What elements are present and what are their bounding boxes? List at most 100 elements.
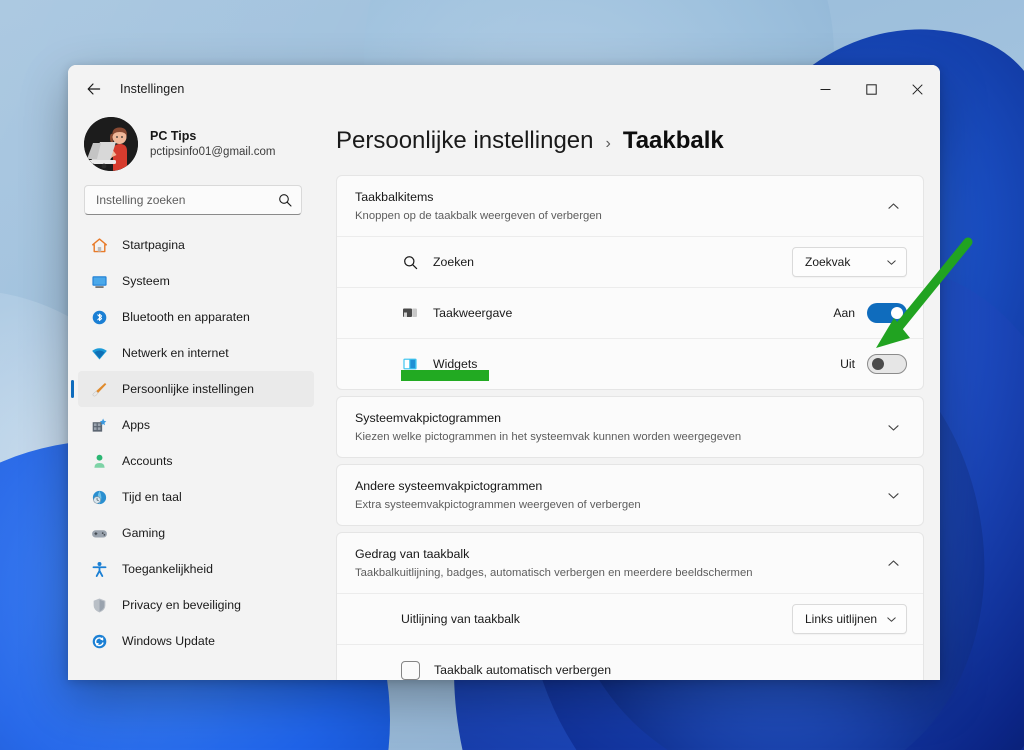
card-header-text: Andere systeemvakpictogrammen Extra syst… [355, 477, 879, 513]
taakweergave-toggle-wrap: Aan [833, 303, 907, 323]
dropdown-value: Links uitlijnen [805, 612, 878, 626]
person-icon [90, 452, 108, 470]
sidebar-item-startpagina[interactable]: Startpagina [78, 227, 314, 263]
account-name: PC Tips [150, 129, 197, 144]
card-title: Andere systeemvakpictogrammen [355, 479, 543, 493]
breadcrumb-parent[interactable]: Persoonlijke instellingen [336, 127, 593, 155]
maximize-button[interactable] [848, 65, 894, 113]
row-left: Taakbalk automatisch verbergen [355, 660, 907, 680]
sidebar-item-label: Gaming [122, 526, 166, 540]
card-header[interactable]: Systeemvakpictogrammen Kiezen welke pict… [337, 397, 923, 457]
sidebar: PC Tips pctipsinfo01@gmail.com Instellin… [68, 113, 320, 680]
chevron-down-icon [886, 614, 897, 625]
chevron-down-icon[interactable] [879, 421, 907, 434]
chevron-up-icon[interactable] [879, 200, 907, 213]
card-taakbalkitems: Taakbalkitems Knoppen op de taakbalk wee… [336, 175, 924, 390]
card-subtitle: Taakbalkuitlijning, badges, automatisch … [355, 566, 753, 579]
card-subtitle: Knoppen op de taakbalk weergeven of verb… [355, 209, 602, 222]
sidebar-item-label: Persoonlijke instellingen [122, 382, 254, 396]
sidebar-item-label: Systeem [122, 274, 170, 288]
sidebar-item-label: Windows Update [122, 634, 215, 648]
window-controls [802, 65, 940, 113]
search-input[interactable] [96, 193, 278, 207]
chevron-up-icon[interactable] [879, 557, 907, 570]
update-refresh-icon [90, 632, 108, 650]
toggle-knob [891, 307, 903, 319]
row-widgets: Widgets Uit [337, 338, 923, 389]
row-taakweergave: Taakweergave Aan [337, 287, 923, 338]
window-body: PC Tips pctipsinfo01@gmail.com Instellin… [68, 113, 940, 680]
card-title: Taakbalkitems [355, 190, 434, 204]
row-label: Taakbalk automatisch verbergen [434, 663, 612, 677]
sidebar-item-tijd-en-taal[interactable]: Tijd en taal [78, 479, 314, 515]
sidebar-item-label: Privacy en beveiliging [122, 598, 241, 612]
card-subtitle: Extra systeemvakpictogrammen weergeven o… [355, 498, 641, 511]
dropdown-value: Zoekvak [805, 255, 851, 269]
account-block[interactable]: PC Tips pctipsinfo01@gmail.com [68, 113, 320, 185]
back-button[interactable] [78, 73, 110, 105]
clock-globe-icon [90, 488, 108, 506]
main-content: Persoonlijke instellingen › Taakbalk Taa… [320, 113, 940, 680]
row-label: Zoeken [433, 255, 475, 269]
breadcrumb: Persoonlijke instellingen › Taakbalk [328, 113, 924, 175]
sidebar-item-label: Netwerk en internet [122, 346, 229, 360]
sidebar-item-label: Accounts [122, 454, 173, 468]
card-header-text: Taakbalkitems Knoppen op de taakbalk wee… [355, 188, 879, 224]
user-avatar-illustration [84, 117, 138, 171]
card-header[interactable]: Taakbalkitems Knoppen op de taakbalk wee… [337, 176, 923, 236]
page-title: Taakbalk [622, 127, 724, 154]
row-left: Uitlijning van taakbalk [355, 612, 792, 626]
gamepad-icon [90, 524, 108, 542]
bluetooth-icon [90, 308, 108, 326]
card-header[interactable]: Gedrag van taakbalk Taakbalkuitlijning, … [337, 533, 923, 593]
back-arrow-icon [87, 83, 101, 95]
uitlijning-dropdown[interactable]: Links uitlijnen [792, 604, 907, 634]
search-wrapper [68, 185, 320, 215]
search-box[interactable] [84, 185, 302, 215]
sidebar-item-gaming[interactable]: Gaming [78, 515, 314, 551]
card-gedrag-van-taakbalk: Gedrag van taakbalk Taakbalkuitlijning, … [336, 532, 924, 680]
row-taakbalk-automatisch-verbergen[interactable]: Taakbalk automatisch verbergen [337, 644, 923, 680]
window-titlebar: Instellingen [68, 65, 940, 113]
account-text: PC Tips pctipsinfo01@gmail.com [150, 128, 275, 160]
search-icon[interactable] [278, 193, 292, 207]
zoeken-dropdown[interactable]: Zoekvak [792, 247, 907, 277]
sidebar-item-systeem[interactable]: Systeem [78, 263, 314, 299]
close-icon [911, 83, 923, 95]
card-subtitle: Kiezen welke pictogrammen in het systeem… [355, 430, 742, 443]
sidebar-item-windows-update[interactable]: Windows Update [78, 623, 314, 659]
sidebar-item-bluetooth[interactable]: Bluetooth en apparaten [78, 299, 314, 335]
breadcrumb-separator-icon: › [605, 135, 611, 152]
row-label: Widgets [433, 357, 478, 371]
close-button[interactable] [894, 65, 940, 113]
chevron-down-icon[interactable] [879, 489, 907, 502]
sidebar-item-accounts[interactable]: Accounts [78, 443, 314, 479]
paintbrush-icon [90, 380, 108, 398]
window-title: Instellingen [120, 82, 185, 96]
chevron-down-icon [886, 257, 897, 268]
accessibility-icon [90, 560, 108, 578]
avatar [84, 117, 138, 171]
row-uitlijning-van-taakbalk: Uitlijning van taakbalk Links uitlijnen [337, 593, 923, 644]
maximize-icon [865, 83, 877, 95]
widgets-toggle[interactable] [867, 354, 907, 374]
card-header-text: Gedrag van taakbalk Taakbalkuitlijning, … [355, 545, 879, 581]
row-label: Uitlijning van taakbalk [401, 612, 520, 626]
sidebar-item-persoonlijke-instellingen[interactable]: Persoonlijke instellingen [71, 371, 314, 407]
sidebar-item-toegankelijkheid[interactable]: Toegankelijkheid [78, 551, 314, 587]
sidebar-item-apps[interactable]: Apps [78, 407, 314, 443]
autohide-checkbox[interactable] [401, 660, 420, 680]
toggle-knob [872, 358, 884, 370]
row-zoeken: Zoeken Zoekvak [337, 236, 923, 287]
home-icon [90, 236, 108, 254]
sidebar-item-label: Tijd en taal [122, 490, 182, 504]
monitor-icon [90, 272, 108, 290]
sidebar-item-label: Apps [122, 418, 151, 432]
taakweergave-toggle[interactable] [867, 303, 907, 323]
wifi-icon [90, 344, 108, 362]
card-header[interactable]: Andere systeemvakpictogrammen Extra syst… [337, 465, 923, 525]
sidebar-item-netwerk[interactable]: Netwerk en internet [78, 335, 314, 371]
minimize-button[interactable] [802, 65, 848, 113]
sidebar-item-privacy[interactable]: Privacy en beveiliging [78, 587, 314, 623]
task-view-icon [401, 304, 419, 322]
